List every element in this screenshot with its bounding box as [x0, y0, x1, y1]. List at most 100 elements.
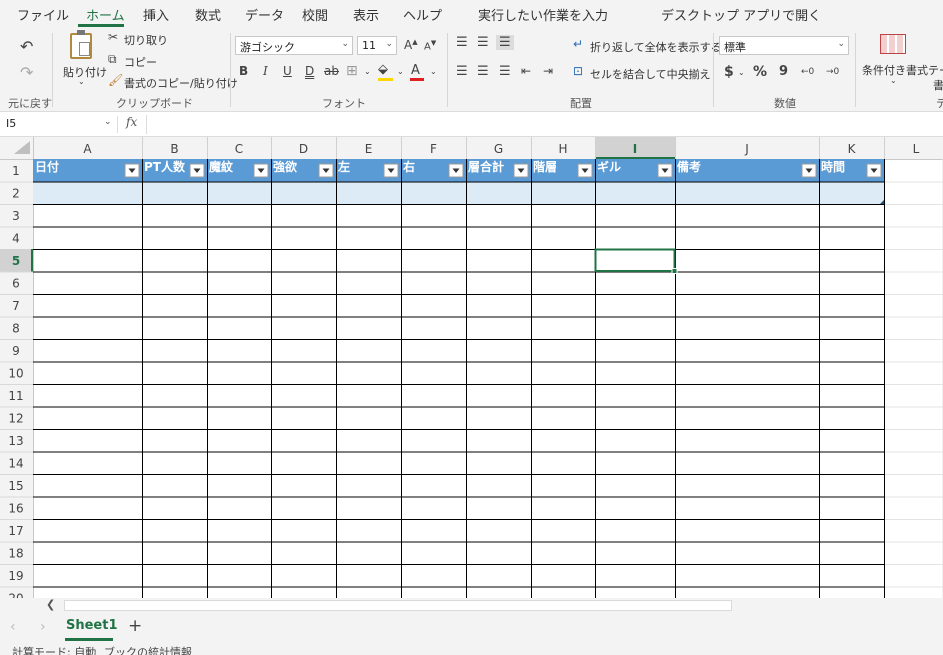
open-desktop-app-button[interactable]: デスクトップ アプリで開く	[661, 5, 821, 24]
format-painter-button[interactable]: 書式のコピー/貼り付け	[124, 75, 238, 91]
undo-icon[interactable]: ↶	[20, 37, 33, 56]
align-left-icon[interactable]: ☰	[456, 64, 468, 79]
tab-review[interactable]: 校閲	[302, 5, 328, 24]
increase-font-size-icon[interactable]: A▲	[404, 38, 418, 52]
merge-center-button[interactable]: セルを結合して中央揃え	[590, 66, 711, 82]
copy-icon[interactable]: ⧉	[108, 52, 117, 67]
decrease-indent-icon[interactable]: ⇤	[521, 64, 531, 78]
column-header-e[interactable]: E	[365, 142, 373, 156]
conditional-formatting-icon[interactable]	[880, 34, 906, 54]
add-sheet-button[interactable]: +	[128, 616, 142, 636]
paste-icon[interactable]	[70, 30, 92, 59]
decrease-font-size-icon[interactable]: A▼	[424, 39, 436, 52]
insert-function-button[interactable]: fx	[126, 115, 137, 129]
chevron-down-icon[interactable]: ⌄	[397, 67, 404, 76]
row-header-13[interactable]: 13	[8, 434, 23, 448]
spreadsheet-grid[interactable]: A B C D E F G H I J K L 1 2 3 4 5 6 7 8 9 10 11 12 13 14 15 16 17 18 1…	[0, 137, 943, 598]
tell-me-search[interactable]: 実行したい作業を入力	[478, 5, 608, 24]
row-header-3[interactable]: 3	[12, 209, 20, 223]
column-header-c[interactable]: C	[235, 142, 243, 156]
format-as-table-button[interactable]: テー	[928, 62, 943, 78]
redo-icon[interactable]: ↷	[20, 63, 33, 82]
row-header-18[interactable]: 18	[8, 547, 23, 561]
horizontal-scrollbar[interactable]: ❮	[0, 598, 943, 614]
percent-button[interactable]: %	[753, 64, 767, 80]
strikethrough-button[interactable]: ab	[324, 64, 339, 78]
chevron-down-icon[interactable]: ⌄	[890, 76, 897, 85]
row-header-7[interactable]: 7	[12, 299, 20, 313]
prev-sheet-icon[interactable]: ‹	[10, 619, 16, 635]
paste-button[interactable]: 貼り付け	[63, 64, 107, 80]
row-header-16[interactable]: 16	[8, 502, 23, 516]
column-header-j[interactable]: J	[744, 142, 749, 156]
scrollbar-thumb[interactable]	[64, 600, 732, 611]
row-header-1[interactable]: 1	[12, 164, 20, 178]
font-name-dropdown[interactable]: 游ゴシック ⌄	[235, 36, 353, 55]
chevron-down-icon[interactable]: ⌄	[430, 67, 437, 76]
underline-button[interactable]: U	[283, 64, 292, 78]
tab-help[interactable]: ヘルプ	[403, 5, 442, 24]
column-header-i[interactable]: I	[633, 142, 637, 156]
column-header-f[interactable]: F	[430, 142, 437, 156]
merge-center-icon[interactable]: ⊡	[573, 64, 583, 78]
italic-button[interactable]: I	[263, 64, 268, 78]
align-top-icon[interactable]: ☰	[456, 35, 468, 50]
row-header-8[interactable]: 8	[12, 322, 20, 336]
currency-button[interactable]: $	[724, 64, 734, 80]
chevron-down-icon[interactable]: ⌄	[738, 68, 745, 77]
chevron-down-icon[interactable]: ⌄	[78, 77, 85, 86]
font-size-dropdown[interactable]: 11 ⌄	[357, 36, 397, 55]
column-header-d[interactable]: D	[299, 142, 308, 156]
row-header-17[interactable]: 17	[8, 524, 23, 538]
font-color-icon[interactable]: A	[411, 63, 420, 78]
align-middle-icon[interactable]: ☰	[477, 35, 489, 50]
row-header-19[interactable]: 19	[8, 569, 23, 583]
scissors-icon[interactable]: ✂	[108, 30, 118, 44]
bold-button[interactable]: B	[239, 64, 248, 78]
format-painter-icon[interactable]: 🖌	[108, 73, 123, 87]
row-header-4[interactable]: 4	[12, 232, 20, 246]
chevron-down-icon[interactable]: ⌄	[104, 117, 112, 127]
next-sheet-icon[interactable]: ›	[40, 619, 46, 635]
selected-cell[interactable]	[594, 248, 676, 272]
decrease-decimal-button[interactable]: →0	[826, 67, 839, 77]
tab-file[interactable]: ファイル	[17, 5, 69, 24]
double-underline-button[interactable]: D	[305, 64, 314, 78]
chevron-down-icon[interactable]: ⌄	[699, 67, 706, 76]
column-header-h[interactable]: H	[558, 142, 567, 156]
tab-view[interactable]: 表示	[353, 5, 379, 24]
row-header-10[interactable]: 10	[8, 367, 23, 381]
column-header-k[interactable]: K	[848, 142, 857, 156]
increase-indent-icon[interactable]: ⇥	[543, 64, 553, 78]
increase-decimal-button[interactable]: ←0	[801, 67, 814, 77]
chevron-down-icon[interactable]: ⌄	[364, 67, 371, 76]
cut-button[interactable]: 切り取り	[124, 32, 168, 48]
column-header-g[interactable]: G	[494, 142, 503, 156]
row-header-15[interactable]: 15	[8, 479, 23, 493]
align-right-icon[interactable]: ☰	[499, 64, 511, 79]
row-header-14[interactable]: 14	[8, 457, 23, 471]
tab-formulas[interactable]: 数式	[195, 5, 221, 24]
fill-handle[interactable]	[671, 268, 678, 274]
comma-style-button[interactable]: 9	[779, 64, 788, 79]
sheet-tab-sheet1[interactable]: Sheet1	[66, 618, 118, 633]
copy-button[interactable]: コピー	[124, 54, 157, 70]
row-header-9[interactable]: 9	[12, 344, 20, 358]
borders-icon[interactable]: ⊞	[346, 63, 358, 79]
row-header-2[interactable]: 2	[12, 187, 20, 201]
row-header-5[interactable]: 5	[12, 254, 20, 268]
tab-data[interactable]: データ	[245, 5, 284, 24]
align-bottom-icon[interactable]: ☰	[496, 35, 514, 50]
workbook-statistics-button[interactable]: ブックの統計情報	[104, 644, 192, 655]
wrap-text-icon[interactable]: ↵	[573, 37, 583, 51]
wrap-text-button[interactable]: 折り返して全体を表示する	[590, 39, 722, 55]
column-header-b[interactable]: B	[170, 142, 178, 156]
fill-color-icon[interactable]: ⬙	[378, 62, 388, 77]
name-box[interactable]: I5	[2, 115, 114, 134]
row-header-11[interactable]: 11	[8, 389, 23, 403]
column-header-l[interactable]: L	[913, 142, 920, 156]
scroll-left-icon[interactable]: ❮	[46, 598, 55, 611]
number-format-dropdown[interactable]: 標準 ⌄	[719, 36, 849, 55]
row-header-6[interactable]: 6	[12, 277, 20, 291]
tab-insert[interactable]: 挿入	[143, 5, 169, 24]
